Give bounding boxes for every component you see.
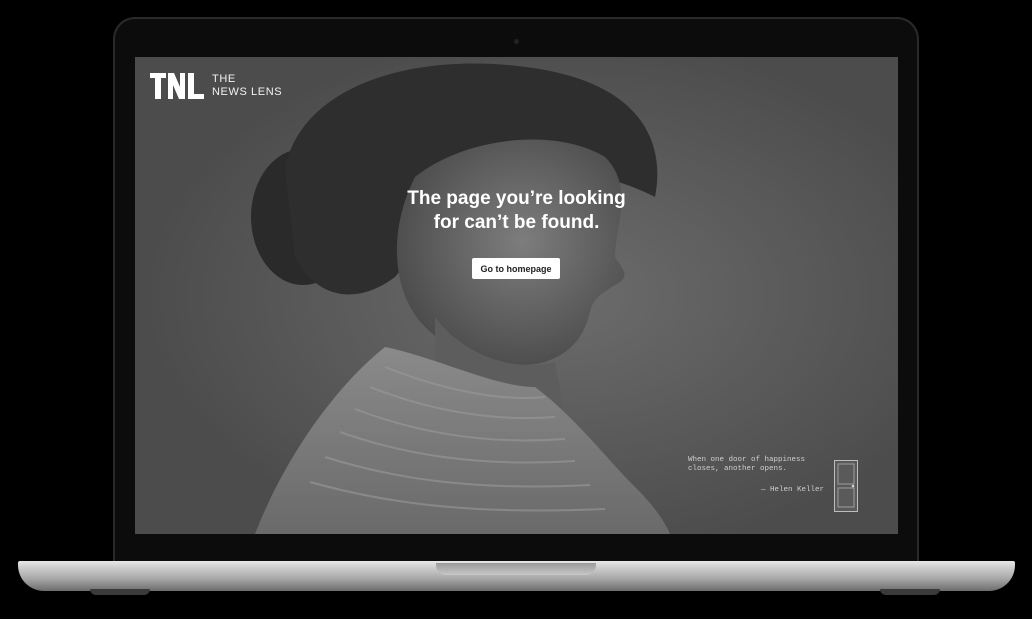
laptop-notch	[436, 563, 596, 575]
camera-icon	[514, 39, 519, 44]
go-to-homepage-button[interactable]: Go to homepage	[472, 258, 560, 279]
helen-keller-quote: When one door of happiness closes, anoth…	[688, 456, 824, 495]
laptop-foot-left	[90, 589, 150, 595]
site-logo[interactable]: THE NEWS LENS	[150, 73, 282, 99]
logo-line-2: NEWS LENS	[212, 86, 283, 98]
quote-author: — Helen Keller	[760, 486, 824, 494]
door-icon	[834, 460, 858, 512]
tnl-logo-icon	[150, 73, 204, 99]
error-page: THE NEWS LENS The page you’re looking fo…	[135, 57, 898, 534]
error-heading-line-1: The page you’re looking	[407, 188, 626, 209]
laptop-foot-right	[880, 589, 940, 595]
error-heading-line-2: for can’t be found.	[433, 212, 600, 233]
logo-wordmark: THE NEWS LENS	[212, 73, 282, 99]
error-heading: The page you’re looking for can’t be fou…	[315, 187, 718, 235]
logo-line-1: THE	[212, 73, 236, 85]
quote-text: When one door of happiness closes, anoth…	[688, 456, 806, 473]
